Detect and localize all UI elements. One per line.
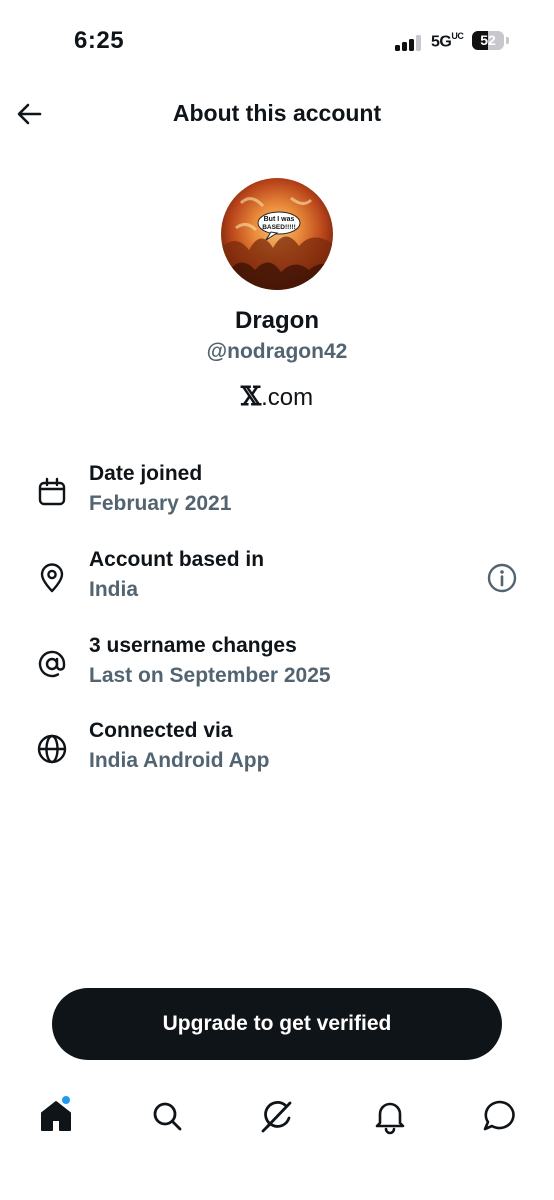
row-value: February 2021 [89,492,232,515]
display-name: Dragon [235,307,319,334]
row-value: India [89,578,139,601]
notifications-icon[interactable] [370,1096,410,1136]
site-suffix: .com [261,384,314,411]
info-icon[interactable] [486,562,518,594]
status-bar: 6:25 5GUC 52 [0,0,554,80]
row-value: Last on September 2025 [89,664,331,687]
notification-dot [60,1094,72,1106]
location-pin-icon [36,562,68,594]
site-link: 𝕏.com [0,382,554,412]
row-title: Date joined [89,462,203,485]
info-row-connected-via: Connected via India Android App [0,717,554,789]
network-label: 5G [431,33,452,51]
row-title: 3 username changes [89,634,297,657]
page-title: About this account [172,100,382,126]
battery-tip [506,37,509,44]
x-logo: 𝕏 [240,382,262,412]
avatar-caption-line2: BASED!!!!! [262,224,296,231]
info-row-username-changes: 3 username changes Last on September 202… [0,632,554,704]
network-suffix: UC [451,31,464,41]
search-icon[interactable] [147,1096,187,1136]
status-time: 6:25 [74,27,125,54]
row-title: Account based in [89,548,265,571]
row-value: India Android App [89,749,270,772]
info-row-date-joined: Date joined February 2021 [0,460,554,532]
avatar[interactable]: But I was BASED!!!!! [221,178,333,290]
network-indicator: 5GUC [431,31,464,51]
battery-level: 52 [480,32,496,48]
globe-icon [36,733,68,765]
calendar-icon [36,476,68,508]
grok-icon[interactable] [258,1096,298,1136]
row-title: Connected via [89,719,233,742]
signal-icon [395,35,423,51]
avatar-caption-line1: But I was [264,216,295,223]
at-sign-icon [36,648,68,680]
messages-icon[interactable] [480,1096,520,1136]
handle: @nodragon42 [206,340,348,363]
upgrade-button[interactable]: Upgrade to get verified [52,988,502,1060]
battery-icon: 52 [472,31,504,50]
info-row-account-based: Account based in India [0,546,554,618]
